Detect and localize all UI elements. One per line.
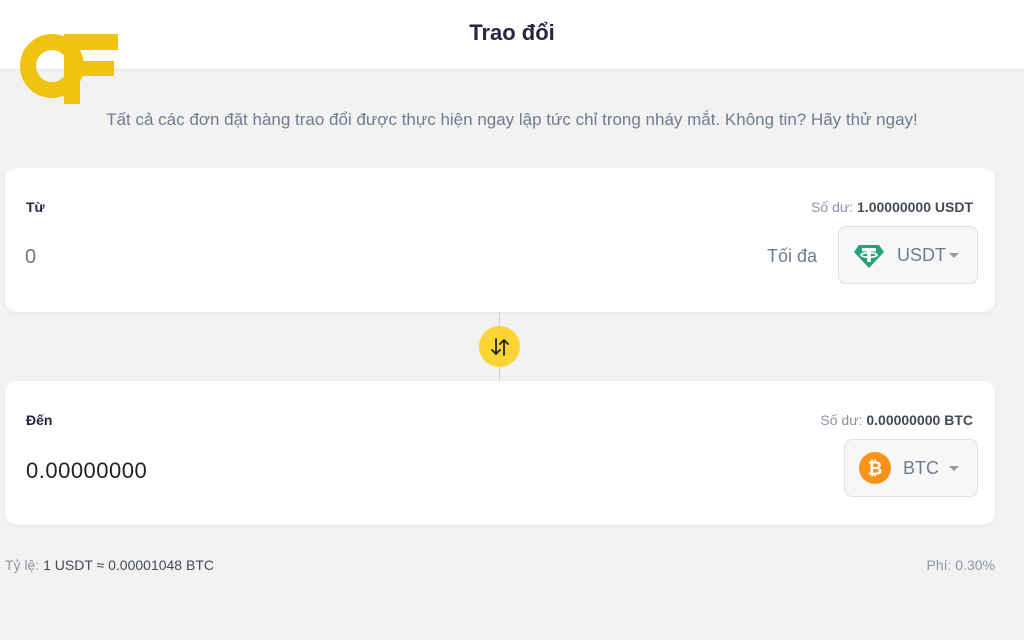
chevron-down-icon: [949, 465, 959, 471]
top-header: Trao đổi: [0, 0, 1024, 70]
from-amount-input[interactable]: [25, 242, 525, 272]
from-card: Từ Số dư: 1.00000000 USDT Tối đa USDT: [5, 168, 995, 312]
to-balance: Số dư: 0.00000000 BTC: [820, 412, 973, 428]
swap-arrows-icon: [490, 337, 509, 356]
from-label: Từ: [26, 199, 45, 215]
rate-label: Tỷ lệ:: [5, 557, 40, 573]
tagline-text: Tất cả các đơn đặt hàng trao đổi được th…: [106, 110, 918, 129]
from-balance-value: 1.00000000 USDT: [857, 199, 973, 215]
to-label: Đến: [26, 412, 53, 428]
page-title: Trao đổi: [469, 20, 555, 45]
to-card: Đến Số dư: 0.00000000 BTC 0.00000000 ₿ B…: [5, 381, 995, 525]
brand-logo: [20, 34, 118, 104]
to-asset-name: BTC: [903, 457, 939, 478]
rate-value: 1 USDT ≈ 0.00001048 BTC: [43, 557, 214, 573]
from-asset-name: USDT: [897, 244, 946, 265]
fee-text: Phí: 0.30%: [926, 557, 996, 573]
to-amount-value: 0.00000000: [26, 458, 148, 483]
bitcoin-icon: ₿: [859, 452, 891, 484]
chevron-down-icon: [949, 252, 959, 258]
to-asset-select[interactable]: ₿ BTC: [844, 439, 978, 497]
max-button[interactable]: Tối đa: [767, 246, 817, 267]
svg-text:₿: ₿: [868, 459, 883, 480]
exchange-rate: Tỷ lệ: 1 USDT ≈ 0.00001048 BTC: [5, 557, 214, 573]
tether-icon: [854, 245, 884, 268]
from-asset-select[interactable]: USDT: [838, 226, 978, 284]
to-balance-value: 0.00000000 BTC: [866, 412, 973, 428]
to-balance-label: Số dư:: [820, 412, 863, 428]
from-balance-label: Số dư:: [811, 199, 854, 215]
from-balance: Số dư: 1.00000000 USDT: [811, 199, 973, 215]
swap-button[interactable]: [479, 326, 520, 367]
